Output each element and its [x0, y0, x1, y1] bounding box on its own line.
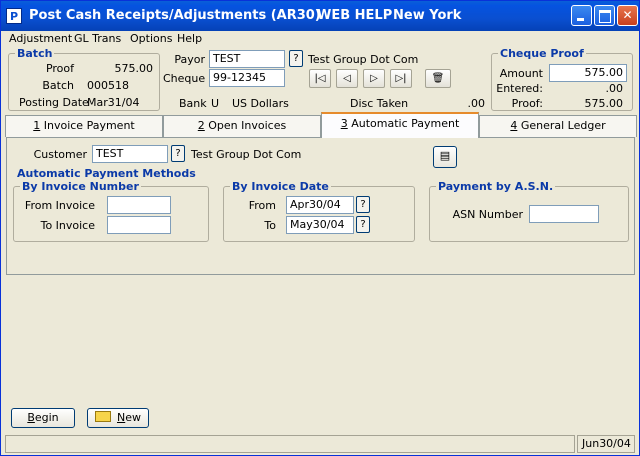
to-invoice-label: To Invoice	[40, 219, 95, 232]
minimize-button[interactable]	[571, 5, 592, 26]
status-bar: Jun30/04	[1, 433, 639, 455]
cheque-label: Cheque	[163, 72, 206, 85]
from-date-label: From	[248, 199, 276, 212]
batch-group-title: Batch	[15, 47, 55, 60]
tab-open-invoices[interactable]: 2 Open Invoices	[163, 115, 321, 137]
proof-label: Proof	[45, 62, 74, 75]
status-message	[5, 435, 575, 453]
title-bar[interactable]: P Post Cash Receipts/Adjustments (AR30) …	[1, 1, 639, 31]
menu-bar: Adjustment GL Trans Options Help	[1, 31, 639, 47]
tab-general-ledger[interactable]: 4 General Ledger	[479, 115, 637, 137]
tab-automatic-payment[interactable]: 3 Automatic Payment	[321, 112, 479, 138]
by-invoice-date-title: By Invoice Date	[230, 180, 331, 193]
entered-label: Entered:	[496, 82, 543, 95]
payor-input[interactable]: TEST	[209, 50, 285, 68]
begin-button[interactable]: Begin	[11, 408, 75, 428]
cheque-proof-label: Proof:	[511, 97, 543, 110]
from-date-input[interactable]: Apr30/04	[286, 196, 354, 214]
tab-invoice-payment[interactable]: 1 Invoice Payment	[5, 115, 163, 137]
maximize-button[interactable]	[594, 5, 615, 26]
asn-number-input[interactable]	[529, 205, 599, 223]
tab-invoice-payment-label: Invoice Payment	[40, 119, 135, 132]
previous-record-icon: ◁	[343, 73, 351, 84]
payor-label: Payor	[174, 53, 205, 66]
tab-open-invoices-label: Open Invoices	[204, 119, 287, 132]
new-button-accel: N	[117, 411, 126, 424]
bank-currency: US Dollars	[232, 97, 289, 110]
menu-adjustment[interactable]: Adjustment	[9, 32, 72, 45]
last-record-button[interactable]: ▷|	[390, 69, 412, 88]
print-button[interactable]: ▤	[433, 146, 457, 168]
tab-strip: 1 Invoice Payment 2 Open Invoices 3 Auto…	[1, 112, 639, 138]
to-date-lookup-button[interactable]: ?	[356, 216, 370, 233]
begin-button-label: egin	[34, 411, 59, 424]
maximize-icon	[595, 6, 614, 25]
print-icon: ▤	[439, 149, 451, 162]
tab-general-ledger-label: General Ledger	[517, 119, 606, 132]
company-city: New York	[393, 8, 462, 23]
batch-label: Batch	[42, 79, 74, 92]
last-record-icon: ▷|	[395, 73, 407, 84]
folder-icon	[95, 411, 111, 422]
menu-gl-trans[interactable]: GL Trans	[74, 32, 121, 45]
customer-name: Test Group Dot Com	[191, 148, 302, 161]
to-date-label: To	[264, 219, 276, 232]
minimize-icon	[572, 6, 591, 25]
asn-number-label: ASN Number	[452, 208, 523, 221]
begin-button-accel: B	[27, 411, 35, 424]
first-record-icon: |◁	[314, 73, 326, 84]
web-help-label: WEB HELP	[317, 8, 393, 23]
previous-record-button[interactable]: ◁	[336, 69, 358, 88]
new-button-label: ew	[125, 411, 141, 424]
from-date-lookup-button[interactable]: ?	[356, 196, 370, 213]
proof-value: 575.00	[114, 62, 154, 75]
customer-input[interactable]: TEST	[92, 145, 168, 163]
payor-name: Test Group Dot Com	[308, 53, 419, 66]
disc-taken-label: Disc Taken	[350, 97, 409, 110]
cheque-proof-value: 575.00	[584, 97, 624, 110]
from-invoice-label: From Invoice	[24, 199, 95, 212]
next-record-icon: ▷	[370, 73, 378, 84]
next-record-button[interactable]: ▷	[363, 69, 385, 88]
bank-label: Bank	[179, 97, 207, 110]
close-icon: ✕	[622, 8, 633, 22]
first-record-button[interactable]: |◁	[309, 69, 331, 88]
payor-lookup-button[interactable]: ?	[289, 50, 303, 67]
posting-date-label: Posting Date	[19, 96, 89, 109]
bank-code: U	[211, 97, 220, 110]
cheque-input[interactable]: 99-12345	[209, 69, 285, 87]
payment-by-asn-title: Payment by A.S.N.	[436, 180, 556, 193]
tab-automatic-payment-label: Automatic Payment	[347, 117, 460, 130]
window-title: Post Cash Receipts/Adjustments (AR30)	[29, 8, 321, 23]
entered-value: .00	[605, 82, 624, 95]
customer-label: Customer	[33, 148, 87, 161]
app-window: P Post Cash Receipts/Adjustments (AR30) …	[0, 0, 640, 456]
cheque-proof-title: Cheque Proof	[498, 47, 586, 60]
posting-date-value: Mar31/04	[87, 96, 140, 109]
delete-button[interactable]: 🗑	[425, 69, 451, 88]
menu-options[interactable]: Options	[130, 32, 172, 45]
payment-methods-title: Automatic Payment Methods	[17, 167, 196, 180]
menu-help[interactable]: Help	[177, 32, 202, 45]
from-invoice-input[interactable]	[107, 196, 171, 214]
customer-lookup-button[interactable]: ?	[171, 145, 185, 162]
by-invoice-number-title: By Invoice Number	[20, 180, 141, 193]
tab-automatic-payment-num: 3	[340, 117, 348, 130]
app-icon[interactable]: P	[6, 8, 22, 24]
to-invoice-input[interactable]	[107, 216, 171, 234]
new-button[interactable]: New	[87, 408, 149, 428]
close-button[interactable]: ✕	[617, 5, 638, 26]
trash-icon: 🗑	[431, 73, 445, 84]
to-date-input[interactable]: May30/04	[286, 216, 354, 234]
status-date: Jun30/04	[577, 435, 635, 453]
tab-open-invoices-num: 2	[197, 119, 205, 132]
amount-label: Amount	[499, 67, 543, 80]
disc-taken-value: .00	[467, 97, 486, 110]
amount-input[interactable]: 575.00	[549, 64, 627, 82]
batch-value: 000518	[87, 79, 129, 92]
